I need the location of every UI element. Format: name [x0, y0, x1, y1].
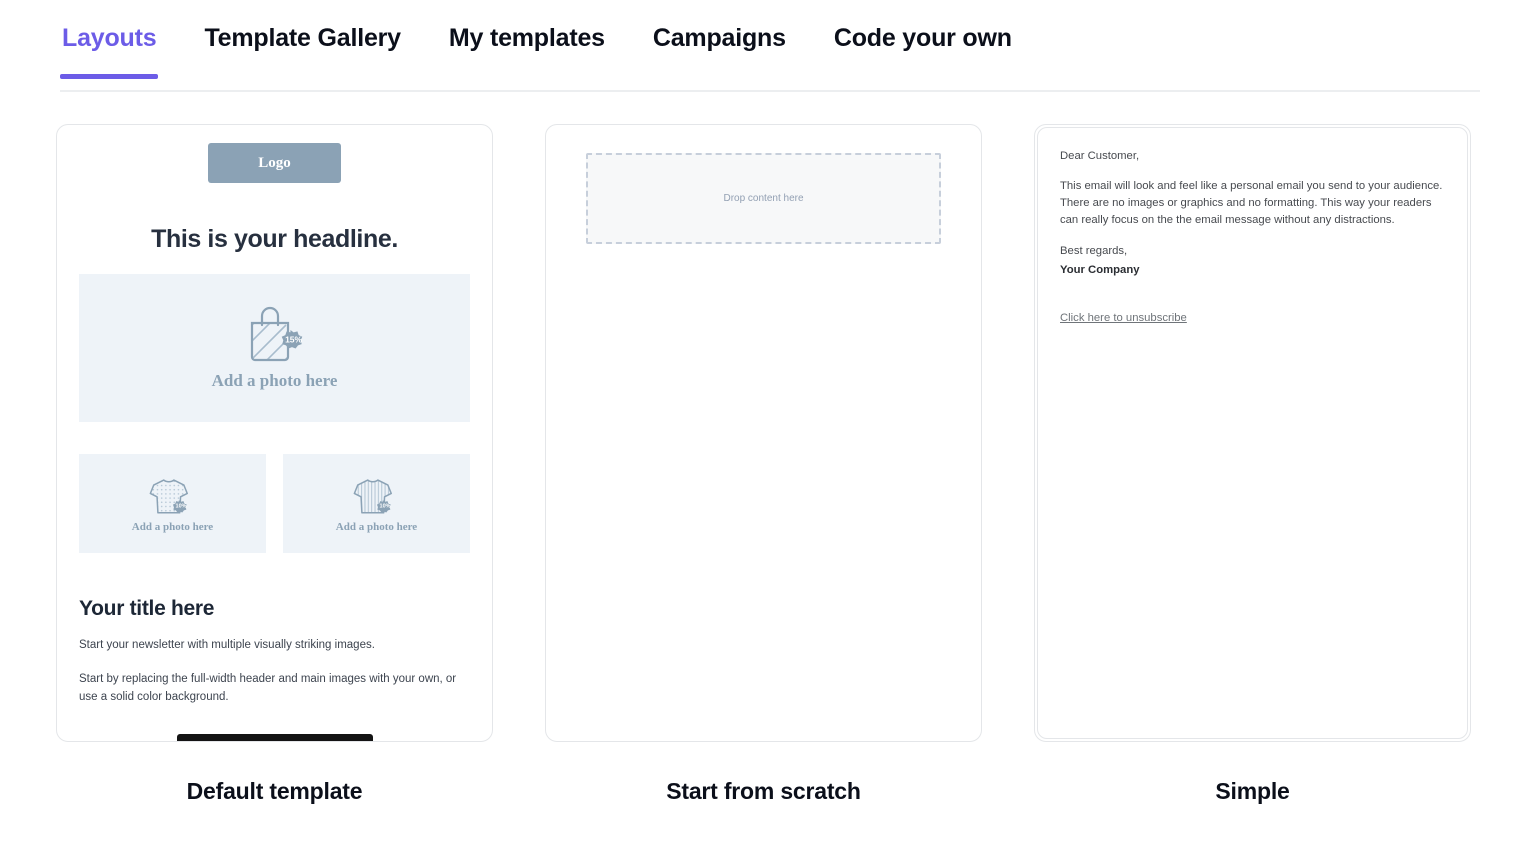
template-card-simple: Dear Customer, This email will look and … — [1034, 124, 1471, 805]
sub-photo-badge-2: 10% — [379, 503, 390, 509]
drop-content-label: Drop content here — [723, 193, 804, 204]
tab-layouts[interactable]: Layouts — [60, 14, 159, 79]
card-caption-simple: Simple — [1215, 778, 1290, 804]
tshirt-striped-icon: 10% — [353, 478, 392, 514]
template-gallery: Logo This is your headline. 15% Add a ph… — [0, 92, 1536, 805]
tab-code-your-own[interactable]: Code your own — [832, 14, 1014, 79]
shopping-bag-icon: 15% — [250, 306, 302, 362]
card-caption-scratch: Start from scratch — [666, 778, 861, 804]
sub-photo-placeholder-1[interactable]: 10% Add a photo here — [79, 454, 266, 553]
template-paragraph-2: Start by replacing the full-width header… — [79, 672, 457, 703]
main-photo-label: Add a photo here — [211, 371, 338, 390]
template-card-scratch: Drop content here Start from scratch — [545, 124, 982, 805]
template-title: Your title here — [79, 597, 215, 620]
template-preview-simple[interactable]: Dear Customer, This email will look and … — [1034, 124, 1471, 742]
sub-photo-label-1: Add a photo here — [131, 520, 214, 533]
tshirt-dotted-icon: 10% — [149, 478, 188, 514]
unsubscribe-link[interactable]: Click here to unsubscribe — [1060, 312, 1187, 324]
sub-photo-row: 10% Add a photo here 10% Add a photo her… — [79, 454, 470, 553]
cta-container: Call to action — [79, 734, 470, 741]
sub-photo-label-2: Add a photo here — [335, 520, 418, 533]
simple-company: Your Company — [1060, 263, 1140, 276]
main-photo-placeholder[interactable]: 15% Add a photo here — [79, 274, 470, 422]
sub-photo-badge-1: 10% — [175, 503, 186, 509]
template-headline: This is your headline. — [151, 225, 398, 253]
simple-greeting: Dear Customer, — [1060, 150, 1140, 162]
tab-campaigns[interactable]: Campaigns — [651, 14, 788, 79]
tab-bar: Layouts Template Gallery My templates Ca… — [0, 0, 1536, 92]
template-card-default: Logo This is your headline. 15% Add a ph… — [56, 124, 493, 805]
sub-photo-placeholder-2[interactable]: 10% Add a photo here — [283, 454, 470, 553]
call-to-action-button[interactable]: Call to action — [176, 734, 373, 741]
simple-body: This email will look and feel like a per… — [1060, 180, 1443, 227]
card-caption-default: Default template — [186, 778, 363, 804]
template-preview-default[interactable]: Logo This is your headline. 15% Add a ph… — [56, 124, 493, 742]
logo-placeholder: Logo — [208, 143, 341, 183]
template-paragraph-1: Start your newsletter with multiple visu… — [79, 639, 375, 651]
main-photo-badge: 15% — [285, 334, 302, 344]
simple-signoff: Best regards, — [1060, 244, 1128, 257]
drop-content-zone[interactable]: Drop content here — [586, 153, 941, 244]
template-preview-scratch[interactable]: Drop content here — [545, 124, 982, 742]
logo-label: Logo — [258, 154, 291, 171]
tab-template-gallery[interactable]: Template Gallery — [202, 14, 402, 79]
tab-my-templates[interactable]: My templates — [447, 14, 607, 79]
